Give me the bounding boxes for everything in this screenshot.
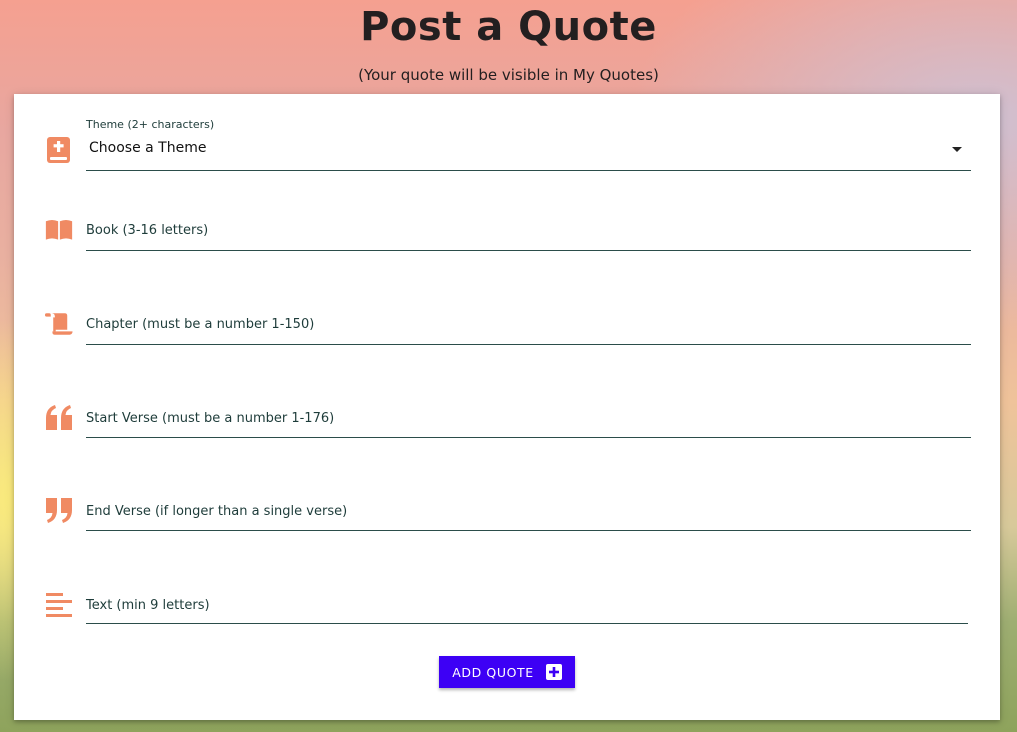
bible-icon [45, 136, 73, 164]
book-open-icon [45, 216, 73, 244]
text-label: Text (min 9 letters) [86, 598, 210, 613]
start-verse-input[interactable]: Start Verse (must be a number 1-176) [86, 392, 971, 438]
end-verse-label: End Verse (if longer than a single verse… [86, 504, 348, 519]
theme-selected-value: Choose a Theme [89, 140, 207, 156]
chapter-input[interactable]: Chapter (must be a number 1-150) [86, 298, 971, 345]
align-left-icon [45, 591, 73, 619]
book-input[interactable]: Book (3-16 letters) [86, 204, 971, 251]
theme-underline [86, 170, 971, 171]
quote-form-card: Theme (2+ characters) Choose a Theme Boo… [14, 94, 1000, 720]
end-verse-input[interactable]: End Verse (if longer than a single verse… [86, 485, 971, 531]
theme-label: Theme (2+ characters) [86, 118, 215, 131]
book-label: Book (3-16 letters) [86, 223, 209, 238]
quote-right-icon [45, 497, 73, 525]
chapter-label: Chapter (must be a number 1-150) [86, 317, 315, 332]
end-verse-underline [86, 530, 971, 531]
page-subtitle: (Your quote will be visible in My Quotes… [358, 66, 659, 84]
text-underline [86, 623, 968, 624]
quote-left-icon [45, 404, 73, 432]
start-verse-label: Start Verse (must be a number 1-176) [86, 411, 335, 426]
page-title: Post a Quote [360, 4, 657, 50]
theme-select[interactable]: Theme (2+ characters) Choose a Theme [86, 118, 971, 171]
plus-square-icon [545, 664, 562, 680]
chapter-underline [86, 344, 971, 345]
add-quote-button-label: ADD QUOTE [452, 664, 534, 680]
text-input[interactable]: Text (min 9 letters) [86, 579, 968, 624]
add-quote-button[interactable]: ADD QUOTE [439, 656, 575, 688]
scroll-icon [45, 310, 73, 338]
start-verse-underline [86, 437, 971, 438]
book-underline [86, 250, 971, 251]
caret-down-icon [952, 147, 962, 152]
